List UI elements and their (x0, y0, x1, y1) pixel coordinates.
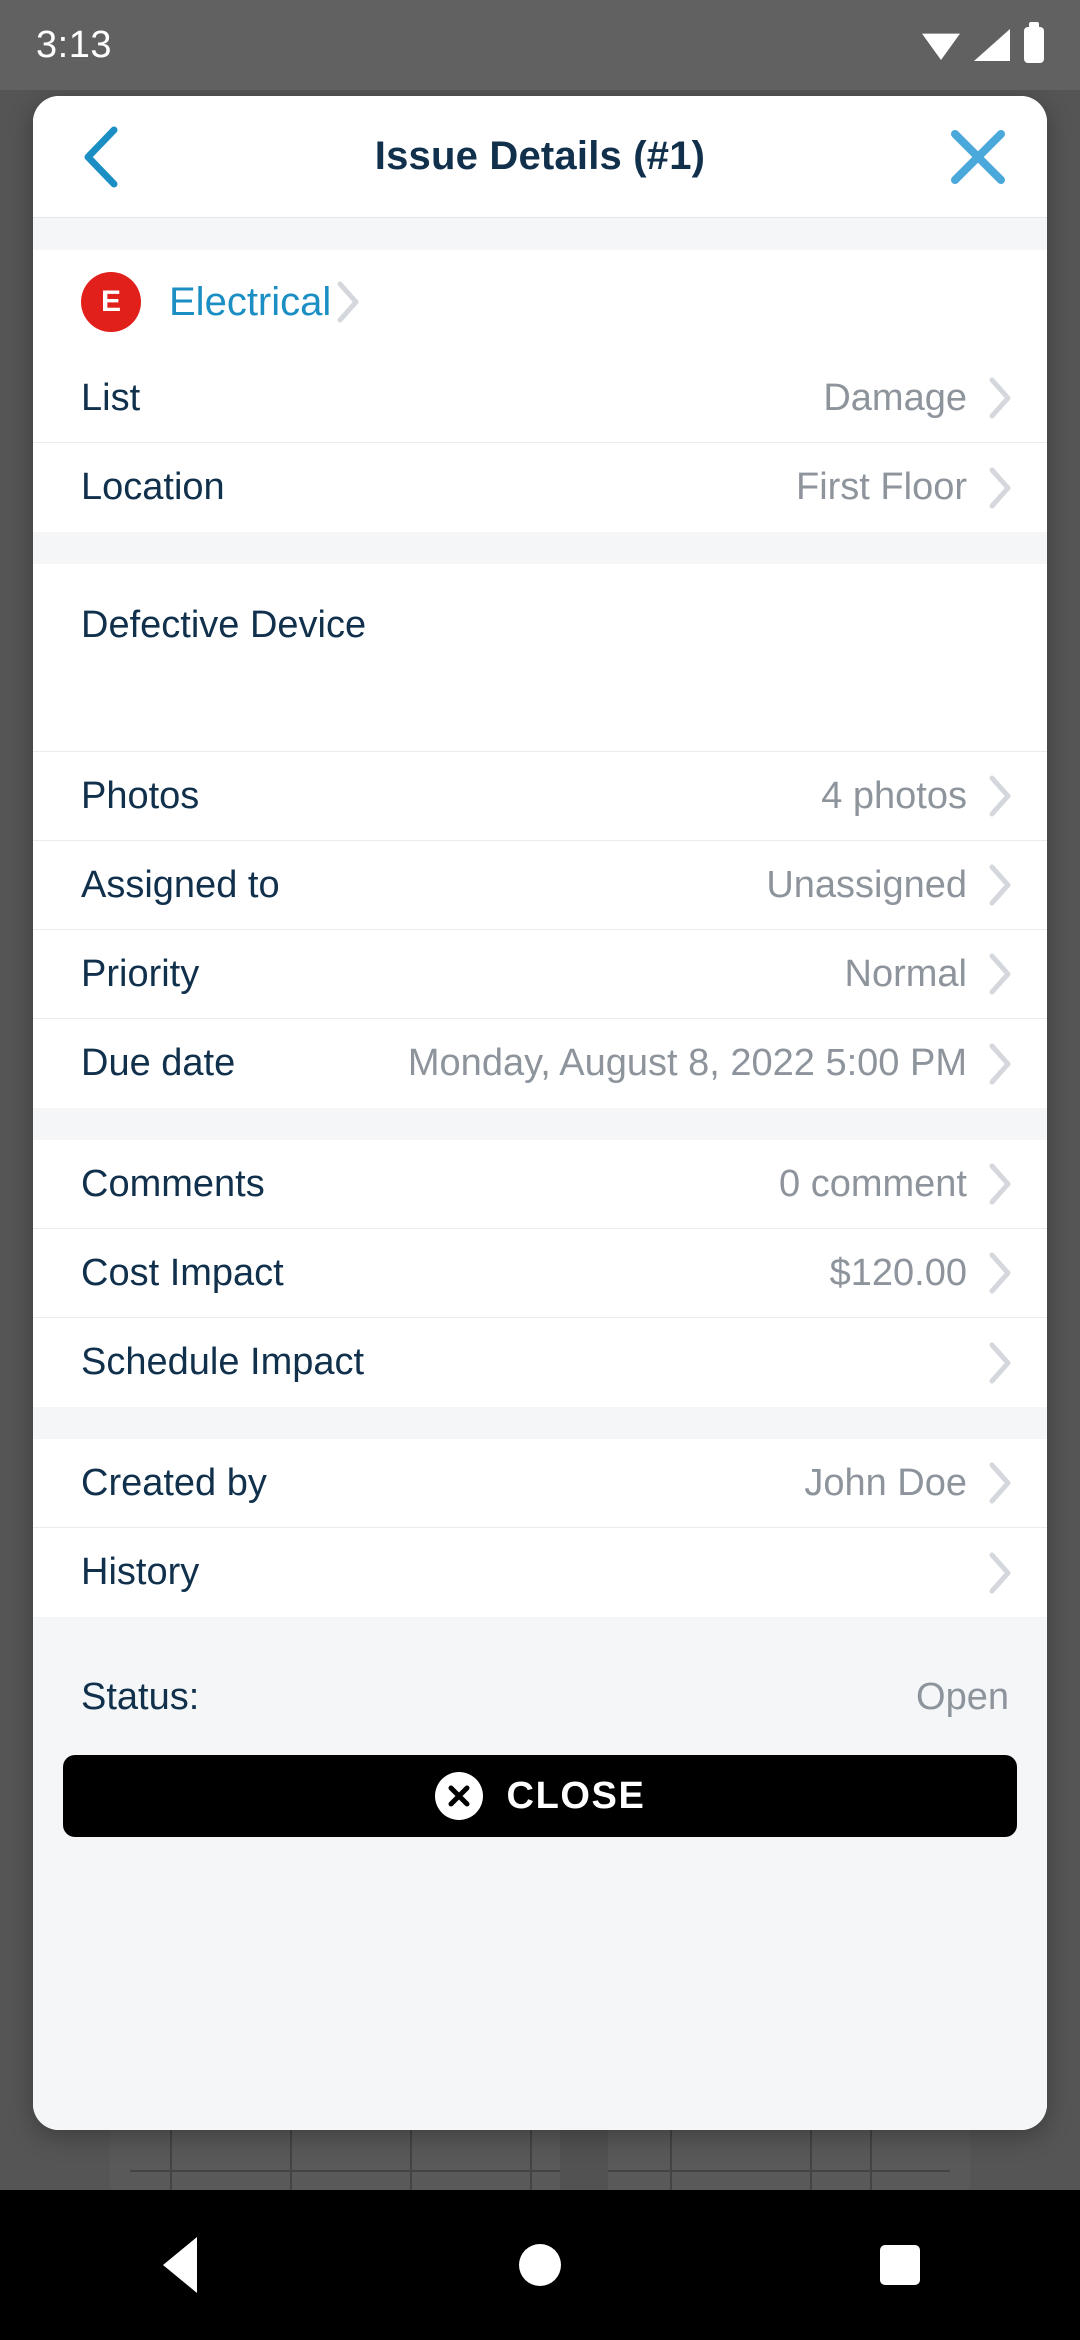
description-text: Defective Device (81, 604, 367, 646)
chevron-right-icon (983, 1039, 1017, 1089)
row-value: First Floor (796, 466, 967, 508)
section-gap (33, 532, 1047, 564)
section-gap (33, 1407, 1047, 1439)
page-title: Issue Details (#1) (374, 134, 706, 178)
status-label: Status: (81, 1675, 200, 1718)
status-bar-icons (922, 22, 1044, 63)
row-label: List (81, 376, 141, 419)
back-button[interactable] (67, 119, 137, 195)
row-value: John Doe (804, 1461, 967, 1504)
row-label: Location (81, 466, 225, 508)
row-label: Assigned to (81, 863, 280, 906)
status-row: Status: Open (33, 1649, 1047, 1745)
chevron-right-icon (331, 277, 365, 327)
row-created-by[interactable]: Created by John Doe (33, 1439, 1047, 1528)
circle-home-icon (519, 2244, 561, 2286)
status-badge: Open (916, 1675, 1009, 1718)
row-value: Monday, August 8, 2022 5:00 PM (407, 1042, 967, 1084)
status-bar: 3:13 (0, 0, 1080, 90)
chevron-right-icon (983, 860, 1017, 910)
issue-details-modal: Issue Details (#1) E Electrical List Dam… (33, 96, 1047, 2130)
description-group: Defective Device (33, 564, 1047, 752)
chevron-right-icon (983, 1248, 1017, 1298)
android-nav-bar (0, 2190, 1080, 2340)
row-value: Normal (844, 952, 967, 995)
row-assigned-to[interactable]: Assigned to Unassigned (33, 841, 1047, 930)
cellular-signal-icon (974, 29, 1010, 61)
section-gap (33, 218, 1047, 250)
category-badge: E (81, 272, 141, 332)
impact-group: Comments 0 comment Cost Impact $120.00 S… (33, 1140, 1047, 1407)
nav-home-button[interactable] (480, 2205, 600, 2325)
modal-body[interactable]: E Electrical List Damage Location First … (33, 218, 1047, 2130)
chevron-right-icon (983, 373, 1017, 423)
row-due-date[interactable]: Due date Monday, August 8, 2022 5:00 PM (33, 1019, 1047, 1108)
row-category[interactable]: E Electrical (33, 250, 1047, 354)
row-comments[interactable]: Comments 0 comment (33, 1140, 1047, 1229)
location-group: List Damage Location First Floor (33, 354, 1047, 532)
category-label: Electrical (169, 279, 332, 324)
chevron-right-icon (983, 771, 1017, 821)
row-cost-impact[interactable]: Cost Impact $120.00 (33, 1229, 1047, 1318)
row-photos[interactable]: Photos 4 photos (33, 752, 1047, 841)
row-history[interactable]: History (33, 1528, 1047, 1617)
chevron-right-icon (983, 1338, 1017, 1388)
close-issue-button[interactable]: CLOSE (63, 1755, 1017, 1837)
chevron-left-icon (84, 126, 118, 187)
status-bar-time: 3:13 (36, 23, 112, 66)
row-label: Photos (81, 774, 200, 817)
row-label: Schedule Impact (81, 1341, 365, 1383)
row-label: Comments (81, 1162, 265, 1205)
close-modal-button[interactable] (941, 120, 1015, 194)
close-x-icon (951, 129, 1005, 184)
row-priority[interactable]: Priority Normal (33, 930, 1047, 1019)
row-label: Due date (81, 1042, 236, 1084)
row-location[interactable]: Location First Floor (33, 443, 1047, 532)
row-label: Created by (81, 1461, 267, 1504)
chevron-right-icon (983, 1458, 1017, 1508)
wifi-icon (922, 33, 960, 60)
chevron-right-icon (983, 1159, 1017, 1209)
meta-group: Created by John Doe History (33, 1439, 1047, 1617)
body-filler (33, 1837, 1047, 2130)
triangle-back-icon (163, 2237, 197, 2293)
row-value: $120.00 (829, 1251, 967, 1294)
category-group: E Electrical (33, 250, 1047, 354)
close-button-label: CLOSE (506, 1774, 646, 1817)
row-label: History (81, 1551, 200, 1593)
close-button-container: CLOSE (33, 1745, 1047, 1837)
row-label: Cost Impact (81, 1251, 284, 1294)
row-value: 0 comment (779, 1162, 967, 1205)
phone-screen: 3:13 Issue Details (#1) E Electrical Lis… (0, 0, 1080, 2340)
nav-back-button[interactable] (120, 2205, 240, 2325)
modal-header: Issue Details (#1) (33, 96, 1047, 218)
row-value: Unassigned (766, 863, 967, 906)
nav-recents-button[interactable] (840, 2205, 960, 2325)
section-gap (33, 1108, 1047, 1140)
close-circle-icon (434, 1772, 483, 1820)
square-recents-icon (880, 2245, 920, 2285)
row-list[interactable]: List Damage (33, 354, 1047, 443)
row-schedule-impact[interactable]: Schedule Impact (33, 1318, 1047, 1407)
chevron-right-icon (983, 949, 1017, 999)
row-description[interactable]: Defective Device (33, 564, 1047, 752)
row-value: Damage (823, 376, 967, 419)
battery-icon (1024, 22, 1044, 63)
row-value: 4 photos (821, 774, 967, 817)
row-label: Priority (81, 952, 200, 995)
chevron-right-icon (983, 463, 1017, 513)
section-gap (33, 1617, 1047, 1649)
chevron-right-icon (983, 1548, 1017, 1598)
details-group: Photos 4 photos Assigned to Unassigned P… (33, 752, 1047, 1108)
